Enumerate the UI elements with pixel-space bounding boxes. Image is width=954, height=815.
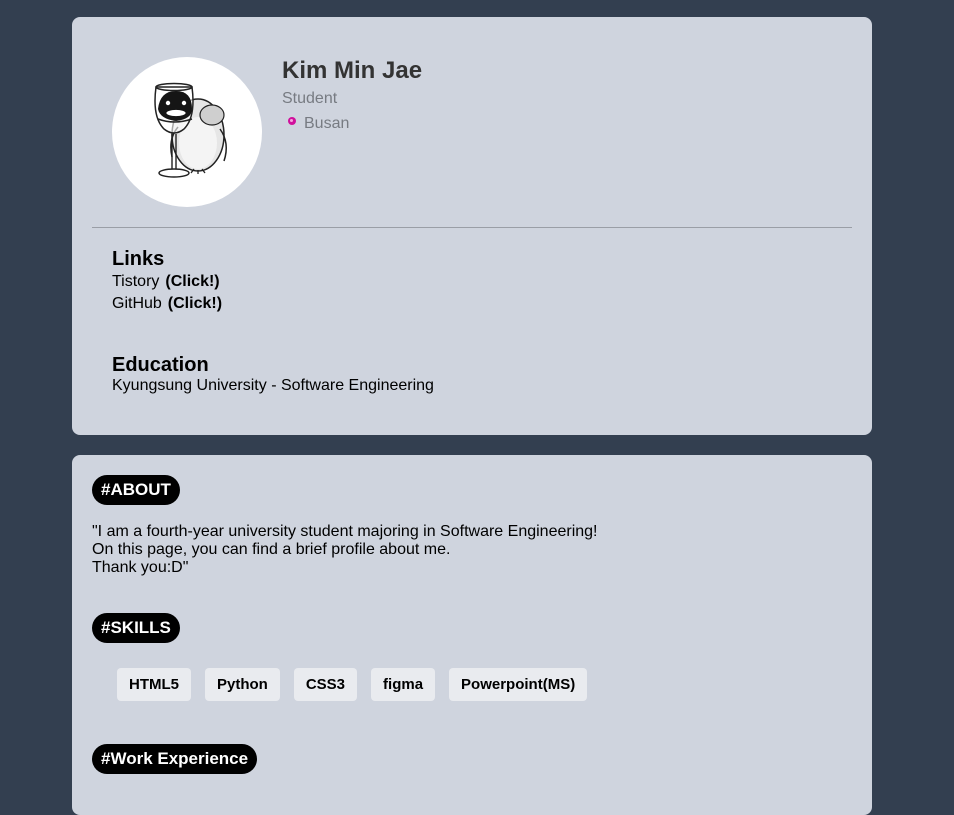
skill-chip: Python	[205, 668, 280, 701]
location-label: Busan	[304, 115, 350, 132]
about-line: Thank you:D"	[92, 559, 189, 576]
skill-chip: Powerpoint(MS)	[449, 668, 588, 701]
link-row-github: GitHub (Click!)	[112, 295, 222, 313]
skill-chip: figma	[371, 668, 436, 701]
link-label-github: GitHub	[112, 295, 162, 312]
github-link[interactable]: (Click!)	[168, 295, 222, 312]
about-text: "I am a fourth-year university student m…	[92, 523, 597, 577]
avatar	[112, 57, 262, 207]
skill-chip: CSS3	[293, 668, 358, 701]
profile-name: Kim Min Jae	[282, 57, 423, 84]
profile-role: Student	[282, 90, 338, 107]
skills-list: HTML5 Python CSS3 figma Powerpoint(MS)	[117, 668, 588, 701]
divider	[92, 227, 852, 228]
link-label-tistory: Tistory	[112, 273, 160, 290]
penguin-with-wine-glass-icon	[154, 82, 227, 178]
about-tag: #ABOUT	[92, 475, 180, 505]
skills-tag: #SKILLS	[92, 613, 180, 643]
about-line: On this page, you can find a brief profi…	[92, 541, 451, 558]
about-card: #ABOUT "I am a fourth-year university st…	[72, 455, 872, 815]
skill-chip: HTML5	[117, 668, 191, 701]
about-line: "I am a fourth-year university student m…	[92, 523, 598, 540]
link-row-tistory: Tistory (Click!)	[112, 273, 220, 291]
location-pin-icon	[288, 117, 296, 125]
tistory-link[interactable]: (Click!)	[165, 273, 219, 290]
work-experience-tag: #Work Experience	[92, 744, 258, 774]
profile-card: Kim Min Jae Student Busan Links Tistory (…	[72, 17, 872, 435]
education-text: Kyungsung University - Software Engineer…	[112, 377, 434, 394]
education-title: Education	[112, 354, 209, 376]
links-title: Links	[112, 248, 165, 270]
profile-location: Busan	[282, 115, 349, 133]
